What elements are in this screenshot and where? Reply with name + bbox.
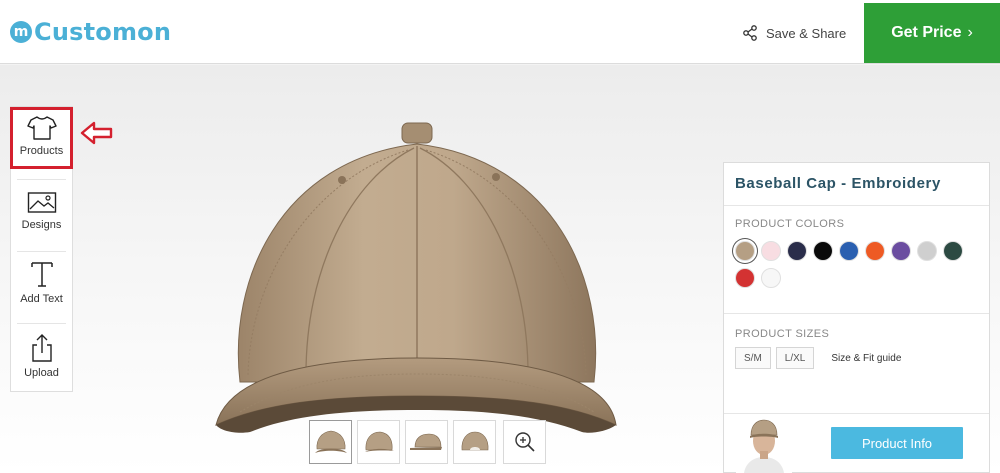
tshirt-icon: [26, 116, 57, 140]
tool-add-text[interactable]: Add Text: [11, 253, 72, 319]
divider: [724, 413, 989, 414]
cap-back-thumbnail: [461, 431, 488, 451]
text-icon: [30, 262, 53, 287]
tool-add-text-label: Add Text: [20, 293, 63, 305]
divider: [724, 313, 989, 314]
color-swatch[interactable]: [813, 241, 833, 261]
thumbnail-angle[interactable]: [357, 420, 400, 464]
get-price-button[interactable]: Get Price ›: [864, 3, 1000, 63]
color-swatches: [735, 241, 985, 288]
product-colors-label: PRODUCT COLORS: [735, 218, 845, 230]
tool-designs-label: Designs: [21, 219, 62, 231]
arrow-left-icon: [80, 121, 113, 145]
image-icon: [27, 192, 56, 213]
color-swatch[interactable]: [891, 241, 911, 261]
product-sizes-label: PRODUCT SIZES: [735, 328, 830, 340]
color-swatch[interactable]: [943, 241, 963, 261]
tool-products-label: Products: [19, 145, 64, 157]
cap-angle-thumbnail: [364, 431, 394, 452]
cap-front-thumbnail: [314, 430, 347, 453]
tool-sidebar: Products Designs Add Text Upload: [10, 106, 73, 392]
thumbnail-back[interactable]: [453, 420, 496, 464]
tool-designs[interactable]: Designs: [11, 183, 72, 247]
thumbnail-side[interactable]: [405, 420, 448, 464]
thumbnail-front[interactable]: [309, 420, 352, 464]
cap-side-thumbnail: [409, 433, 442, 450]
divider: [724, 205, 989, 206]
product-info-button[interactable]: Product Info: [831, 427, 963, 459]
top-header: m Customon Save & Share Get Price ›: [0, 0, 1000, 64]
color-swatch[interactable]: [865, 241, 885, 261]
color-swatch[interactable]: [735, 268, 755, 288]
divider: [17, 251, 66, 252]
upload-icon: [31, 334, 52, 362]
view-thumbnails: [309, 420, 546, 464]
zoom-in-icon: [514, 432, 535, 452]
model-wearing-cap-image: [736, 415, 792, 473]
logo-mark: m: [10, 21, 32, 43]
customon-logo[interactable]: m Customon: [10, 16, 171, 48]
divider: [17, 179, 66, 180]
size-option-sm[interactable]: S/M: [735, 347, 771, 369]
save-share-button[interactable]: Save & Share: [742, 20, 846, 46]
color-swatch[interactable]: [917, 241, 937, 261]
get-price-label: Get Price: [891, 24, 962, 41]
size-options: S/M L/XL Size & Fit guide: [735, 347, 901, 369]
tool-upload[interactable]: Upload: [11, 329, 72, 393]
tool-upload-label: Upload: [24, 367, 59, 379]
color-swatch[interactable]: [787, 241, 807, 261]
chevron-right-icon: ›: [967, 24, 973, 41]
divider: [17, 323, 66, 324]
color-swatch[interactable]: [761, 241, 781, 261]
logo-text: Customon: [34, 18, 172, 46]
share-icon: [743, 25, 757, 41]
save-share-label: Save & Share: [766, 25, 847, 41]
baseball-cap-product-image: [215, 122, 617, 433]
color-swatch[interactable]: [761, 268, 781, 288]
size-option-lxl[interactable]: L/XL: [775, 347, 815, 369]
color-swatch[interactable]: [735, 241, 755, 261]
tool-products[interactable]: Products: [10, 107, 73, 169]
size-fit-guide-link[interactable]: Size & Fit guide: [831, 353, 901, 364]
zoom-button[interactable]: [503, 420, 546, 464]
color-swatch[interactable]: [839, 241, 859, 261]
product-title: Baseball Cap - Embroidery: [735, 175, 941, 192]
product-panel: Baseball Cap - Embroidery PRODUCT COLORS…: [723, 162, 990, 473]
